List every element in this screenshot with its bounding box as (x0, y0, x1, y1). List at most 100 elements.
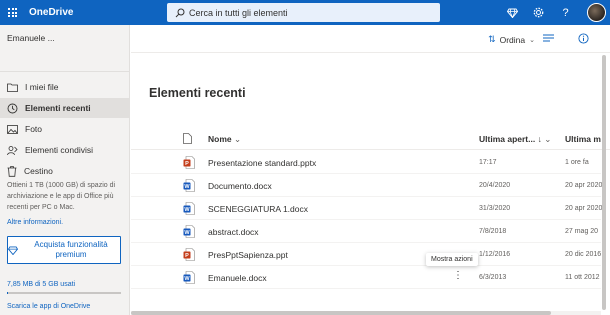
file-name-link[interactable]: SCENEGGIATURA 1.docx (208, 204, 308, 214)
svg-text:W: W (184, 207, 190, 213)
sidebar-item-label: Cestino (24, 166, 53, 176)
file-type-icon (183, 133, 192, 144)
powerpoint-file-icon: P (183, 156, 195, 171)
sort-arrow-icon: ⇅ (488, 34, 496, 44)
last-modified-cell: 27 mag 20 (565, 228, 599, 235)
premium-button-label: Acquista funzionalità premium (34, 240, 108, 259)
storage-promo-text: Ottieni 1 TB (1000 GB) di spazio di arch… (7, 182, 116, 211)
sidebar-item-label: I miei file (25, 82, 59, 92)
more-info-link[interactable]: Altre informazioni. (7, 219, 63, 226)
info-icon (578, 33, 589, 44)
view-options-button[interactable] (543, 34, 554, 44)
diamond-icon (8, 245, 18, 255)
trash-icon (7, 165, 17, 177)
sort-label: Ordina (499, 34, 526, 45)
sidebar-item-label: Foto (25, 124, 43, 134)
sidebar-item-recent[interactable]: Elementi recenti (0, 98, 130, 118)
table-row[interactable]: Wabstract.docx 7/8/2018 27 mag 20 (131, 220, 601, 243)
sort-button[interactable]: ⇅ Ordina ⌄ (488, 34, 535, 45)
get-apps-link[interactable]: Scarica le app di OneDrive (7, 303, 90, 310)
chevron-down-icon: ⌄ (544, 134, 552, 144)
svg-text:W: W (184, 276, 190, 282)
last-modified-cell: 20 dic 2016 (565, 251, 602, 258)
premium-button[interactable]: Acquista funzionalità premium (7, 236, 121, 264)
table-row[interactable]: P Presentazione standard.pptx 17:17 1 ore f… (131, 151, 601, 174)
last-opened-cell: 6/3/2013 (479, 274, 507, 281)
powerpoint-file-icon: P (183, 248, 195, 263)
svg-text:P: P (185, 253, 189, 259)
last-opened-cell: 20/4/2020 (479, 182, 511, 189)
folder-icon (7, 83, 18, 92)
file-name-link[interactable]: PresPptSapienza.ppt (208, 250, 288, 260)
table-row[interactable]: P PresPptSapienza.ppt 1/12/2016 20 dic 2016 (131, 243, 601, 266)
file-type-header[interactable] (183, 133, 192, 146)
chevron-down-icon: ⌄ (529, 36, 535, 44)
scrollbar-thumb[interactable] (131, 311, 551, 315)
sort-down-icon: ↓ (537, 134, 542, 144)
svg-text:W: W (184, 184, 190, 190)
search-icon (175, 8, 185, 17)
column-name-label: Nome (208, 134, 232, 144)
column-header-opened[interactable]: Ultima apert... ↓ ⌄ (479, 134, 551, 145)
gear-icon (533, 7, 544, 18)
more-actions-button[interactable]: ⋮ (453, 270, 463, 281)
help-icon: ? (562, 6, 569, 19)
file-name-link[interactable]: Emanuele.docx (208, 273, 267, 283)
horizontal-scrollbar[interactable] (131, 311, 601, 315)
last-modified-cell: 1 ore fa (565, 159, 589, 166)
shared-icon (7, 145, 18, 155)
recent-icon (7, 103, 18, 113)
divider (0, 71, 130, 72)
last-opened-cell: 7/8/2018 (479, 228, 507, 235)
help-button[interactable]: ? (558, 5, 573, 20)
tooltip: Mostra azioni (426, 253, 478, 266)
last-opened-cell: 17:17 (479, 159, 497, 166)
app-title[interactable]: OneDrive (29, 7, 73, 18)
sidebar-item-my-files[interactable]: I miei file (0, 77, 130, 97)
info-button[interactable] (578, 33, 589, 46)
waffle-icon (8, 8, 17, 17)
last-opened-cell: 1/12/2016 (479, 251, 511, 258)
sidebar-item-label: Elementi condivisi (25, 145, 94, 155)
list-view-icon (543, 34, 554, 42)
user-name[interactable]: Emanuele ... (7, 33, 55, 43)
file-name-link[interactable]: Documento.docx (208, 181, 272, 191)
avatar[interactable] (587, 3, 606, 22)
file-name-link[interactable]: Presentazione standard.pptx (208, 158, 316, 168)
svg-text:W: W (184, 230, 190, 236)
sidebar-item-photos[interactable]: Foto (0, 119, 130, 139)
file-name-link[interactable]: abstract.docx (208, 227, 259, 237)
last-opened-cell: 31/3/2020 (479, 205, 511, 212)
app-launcher-button[interactable] (0, 0, 25, 25)
column-header-modified[interactable]: Ultima m (565, 134, 601, 144)
column-modified-label: Ultima m (565, 134, 601, 144)
vertical-scrollbar[interactable] (600, 55, 608, 315)
search-input[interactable]: Cerca in tutti gli elementi (167, 3, 440, 22)
sidebar: Emanuele ... I miei file Elementi recent… (0, 25, 130, 315)
word-file-icon: W (183, 202, 195, 217)
column-header-name[interactable]: Nome ⌄ (208, 134, 241, 145)
search-placeholder: Cerca in tutti gli elementi (189, 7, 288, 18)
sidebar-item-trash[interactable]: Cestino (0, 161, 130, 181)
table-row[interactable]: W SCENEGGIATURA 1.docx 31/3/2020 20 apr 202… (131, 197, 603, 220)
table-row[interactable]: W Documento.docx 20/4/2020 20 apr 2020 (131, 174, 603, 197)
svg-text:P: P (185, 161, 189, 167)
command-bar: ⇅ Ordina ⌄ (131, 25, 610, 53)
scrollbar-thumb[interactable] (602, 55, 606, 310)
word-file-icon: W (183, 225, 195, 240)
storage-usage[interactable]: 7,85 MB di 5 GB usati (7, 281, 75, 288)
last-modified-cell: 20 apr 2020 (565, 205, 603, 212)
last-modified-cell: 20 apr 2020 (565, 182, 603, 189)
diamond-icon (507, 8, 518, 18)
word-file-icon: W (183, 271, 195, 286)
premium-diamond-button[interactable] (505, 5, 520, 20)
table-row[interactable]: W Emanuele.docx ⋮ 6/3/2013 11 ott 2012 (131, 266, 601, 289)
word-file-icon: W (183, 179, 195, 194)
sidebar-item-shared[interactable]: Elementi condivisi (0, 140, 130, 160)
settings-button[interactable] (531, 5, 546, 20)
storage-usage-fill (7, 292, 9, 294)
photo-icon (7, 124, 18, 134)
storage-usage-bar (7, 292, 121, 294)
chevron-down-icon: ⌄ (234, 134, 242, 144)
table-header: Nome ⌄ Ultima apert... ↓ ⌄ Ultima m (131, 130, 610, 150)
